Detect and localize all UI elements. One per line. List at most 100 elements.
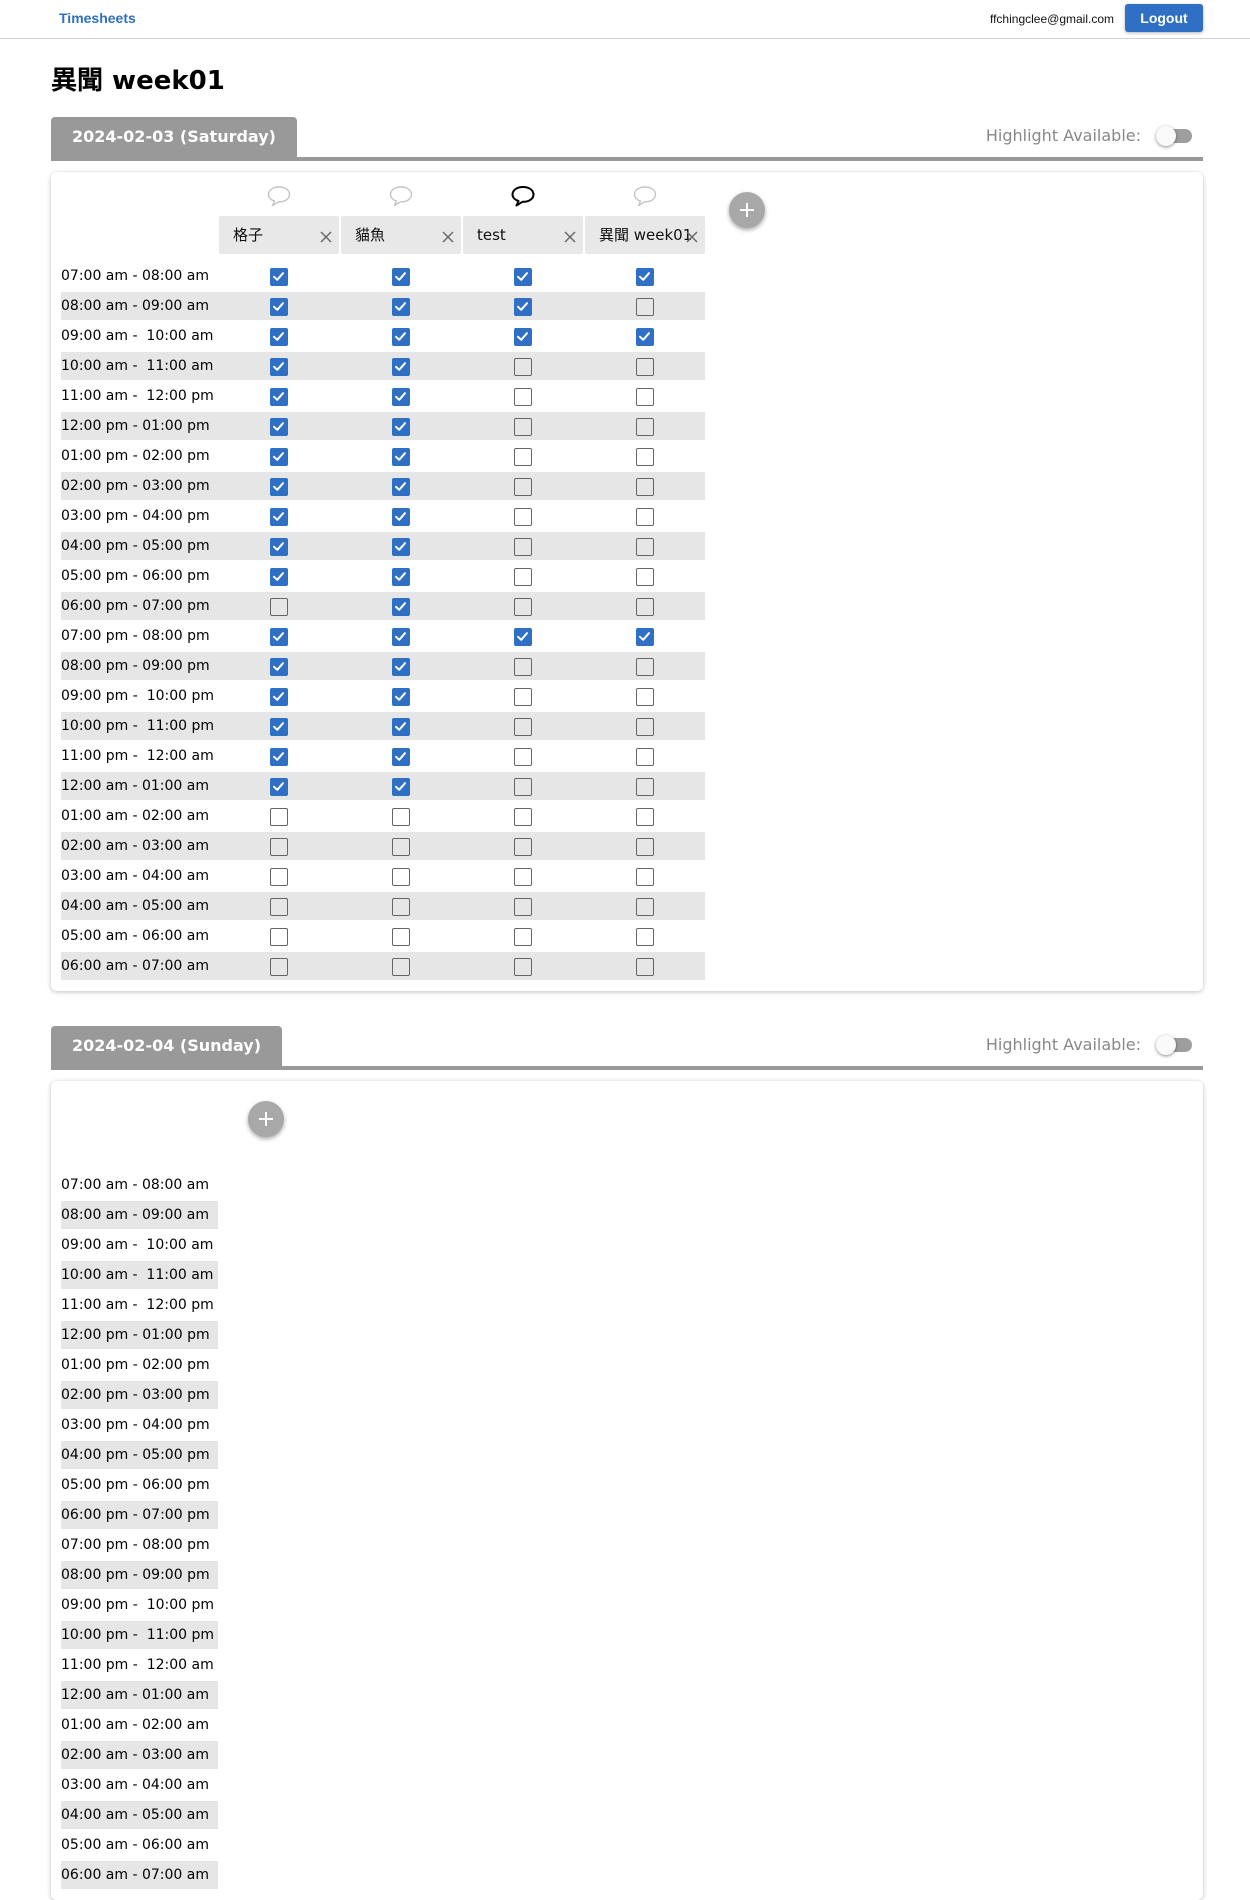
availability-checkbox[interactable] <box>514 928 532 946</box>
availability-checkbox[interactable] <box>514 358 532 376</box>
availability-checkbox[interactable] <box>514 388 532 406</box>
availability-checkbox[interactable] <box>270 718 288 736</box>
availability-checkbox[interactable] <box>270 958 288 976</box>
availability-checkbox[interactable] <box>636 418 654 436</box>
availability-checkbox[interactable] <box>270 688 288 706</box>
comment-icon[interactable] <box>510 184 536 208</box>
availability-checkbox[interactable] <box>270 838 288 856</box>
comment-icon[interactable] <box>266 184 292 208</box>
availability-checkbox[interactable] <box>392 598 410 616</box>
availability-checkbox[interactable] <box>270 568 288 586</box>
brand-link[interactable]: Timesheets <box>59 10 136 26</box>
availability-checkbox[interactable] <box>636 868 654 886</box>
highlight-available-toggle[interactable] <box>1156 1035 1192 1055</box>
availability-checkbox[interactable] <box>514 958 532 976</box>
availability-checkbox[interactable] <box>636 328 654 346</box>
availability-checkbox[interactable] <box>270 928 288 946</box>
add-person-button[interactable] <box>248 1101 284 1137</box>
availability-checkbox[interactable] <box>636 748 654 766</box>
availability-checkbox[interactable] <box>392 478 410 496</box>
availability-checkbox[interactable] <box>270 298 288 316</box>
availability-checkbox[interactable] <box>514 478 532 496</box>
availability-checkbox[interactable] <box>636 928 654 946</box>
availability-checkbox[interactable] <box>636 718 654 736</box>
availability-checkbox[interactable] <box>514 598 532 616</box>
availability-checkbox[interactable] <box>636 298 654 316</box>
availability-checkbox[interactable] <box>392 448 410 466</box>
availability-checkbox[interactable] <box>392 628 410 646</box>
availability-checkbox[interactable] <box>636 478 654 496</box>
availability-checkbox[interactable] <box>636 268 654 286</box>
availability-checkbox[interactable] <box>514 898 532 916</box>
availability-checkbox[interactable] <box>392 418 410 436</box>
availability-checkbox[interactable] <box>514 718 532 736</box>
availability-checkbox[interactable] <box>514 778 532 796</box>
availability-checkbox[interactable] <box>270 508 288 526</box>
availability-checkbox[interactable] <box>514 838 532 856</box>
availability-checkbox[interactable] <box>270 388 288 406</box>
availability-checkbox[interactable] <box>514 658 532 676</box>
availability-checkbox[interactable] <box>270 808 288 826</box>
availability-checkbox[interactable] <box>514 448 532 466</box>
availability-checkbox[interactable] <box>270 478 288 496</box>
availability-checkbox[interactable] <box>270 598 288 616</box>
availability-checkbox[interactable] <box>636 898 654 916</box>
logout-button[interactable]: Logout <box>1125 4 1203 32</box>
toggle-knob[interactable] <box>1156 126 1176 146</box>
availability-checkbox[interactable] <box>270 658 288 676</box>
availability-checkbox[interactable] <box>392 898 410 916</box>
availability-checkbox[interactable] <box>270 418 288 436</box>
highlight-available-toggle[interactable] <box>1156 126 1192 146</box>
availability-checkbox[interactable] <box>636 538 654 556</box>
availability-checkbox[interactable] <box>636 448 654 466</box>
comment-icon[interactable] <box>632 184 658 208</box>
availability-checkbox[interactable] <box>270 868 288 886</box>
availability-checkbox[interactable] <box>392 358 410 376</box>
availability-checkbox[interactable] <box>392 508 410 526</box>
close-icon[interactable] <box>563 220 577 243</box>
toggle-knob[interactable] <box>1156 1035 1176 1055</box>
availability-checkbox[interactable] <box>636 688 654 706</box>
availability-checkbox[interactable] <box>392 718 410 736</box>
availability-checkbox[interactable] <box>636 598 654 616</box>
availability-checkbox[interactable] <box>514 688 532 706</box>
availability-checkbox[interactable] <box>514 418 532 436</box>
availability-checkbox[interactable] <box>270 268 288 286</box>
availability-checkbox[interactable] <box>392 748 410 766</box>
availability-checkbox[interactable] <box>392 538 410 556</box>
availability-checkbox[interactable] <box>636 658 654 676</box>
availability-checkbox[interactable] <box>636 838 654 856</box>
availability-checkbox[interactable] <box>270 448 288 466</box>
availability-checkbox[interactable] <box>270 898 288 916</box>
availability-checkbox[interactable] <box>636 808 654 826</box>
availability-checkbox[interactable] <box>270 328 288 346</box>
comment-icon[interactable] <box>388 184 414 208</box>
availability-checkbox[interactable] <box>392 688 410 706</box>
availability-checkbox[interactable] <box>392 388 410 406</box>
availability-checkbox[interactable] <box>392 958 410 976</box>
close-icon[interactable] <box>685 220 699 243</box>
add-person-button[interactable] <box>729 192 765 228</box>
availability-checkbox[interactable] <box>392 268 410 286</box>
availability-checkbox[interactable] <box>392 808 410 826</box>
availability-checkbox[interactable] <box>270 628 288 646</box>
availability-checkbox[interactable] <box>514 538 532 556</box>
availability-checkbox[interactable] <box>392 658 410 676</box>
availability-checkbox[interactable] <box>514 508 532 526</box>
availability-checkbox[interactable] <box>636 388 654 406</box>
availability-checkbox[interactable] <box>636 628 654 646</box>
availability-checkbox[interactable] <box>514 808 532 826</box>
availability-checkbox[interactable] <box>392 868 410 886</box>
availability-checkbox[interactable] <box>514 628 532 646</box>
close-icon[interactable] <box>441 220 455 243</box>
day-tab[interactable]: 2024-02-04 (Sunday) <box>51 1026 283 1066</box>
availability-checkbox[interactable] <box>392 298 410 316</box>
availability-checkbox[interactable] <box>392 838 410 856</box>
availability-checkbox[interactable] <box>636 508 654 526</box>
availability-checkbox[interactable] <box>270 358 288 376</box>
availability-checkbox[interactable] <box>392 328 410 346</box>
availability-checkbox[interactable] <box>270 778 288 796</box>
availability-checkbox[interactable] <box>514 268 532 286</box>
close-icon[interactable] <box>319 220 333 243</box>
availability-checkbox[interactable] <box>270 748 288 766</box>
